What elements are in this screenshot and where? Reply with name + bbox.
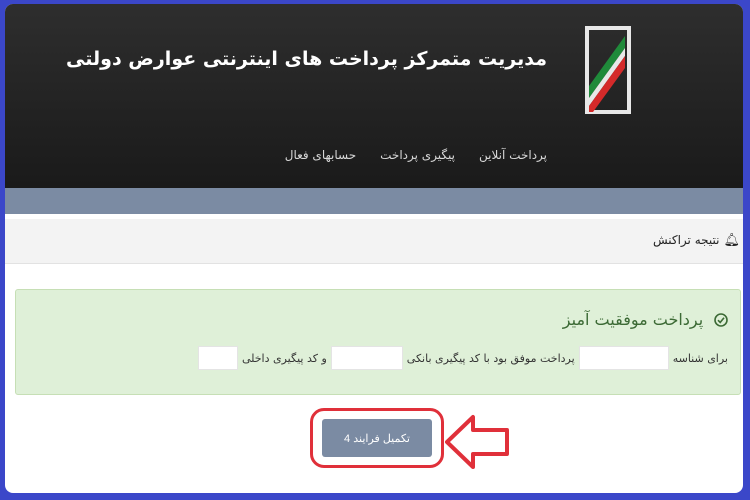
complete-process-button[interactable]: تکمیل فرایند 4 [322, 419, 432, 457]
internal-tracking-code-value [197, 346, 238, 370]
header: مدیریت متمرکز پرداخت های اینترنتی عوارض … [5, 4, 743, 188]
nav-payment-tracking[interactable]: پیگیری پرداخت [380, 148, 455, 162]
main-nav: پرداخت آنلاین پیگیری پرداخت حسابهای فعال [285, 148, 547, 162]
alert-heading: پرداخت موفقیت آمیز [563, 310, 728, 329]
logo-icon [585, 26, 631, 114]
check-circle-icon [709, 311, 728, 329]
alert-text-part3: و کد پیگیری داخلی [241, 351, 327, 365]
result-title-bar: 🔔︎نتیجه تراکنش [5, 219, 743, 264]
bell-icon: 🔔︎ [723, 233, 740, 248]
site-title: مدیریت متمرکز پرداخت های اینترنتی عوارض … [66, 48, 547, 70]
payment-id-value [578, 346, 669, 370]
alert-text-part1: برای شناسه [672, 351, 728, 365]
alert-heading-text: پرداخت موفقیت آمیز [562, 310, 704, 329]
result-title: 🔔︎نتیجه تراکنش [653, 233, 740, 248]
nav-online-payment[interactable]: پرداخت آنلاین [479, 148, 547, 162]
success-alert: پرداخت موفقیت آمیز برای شناسه پرداخت موف… [15, 289, 741, 395]
nav-active-accounts[interactable]: حسابهای فعال [285, 148, 356, 162]
divider-bar [5, 188, 743, 214]
button-highlight: تکمیل فرایند 4 [310, 408, 444, 468]
result-title-text: نتیجه تراکنش [652, 233, 720, 247]
alert-text-part2: پرداخت موفق بود با کد پیگیری بانکی [406, 351, 575, 365]
bank-tracking-code-value [330, 346, 403, 370]
alert-message: برای شناسه پرداخت موفق بود با کد پیگیری … [197, 346, 728, 370]
arrow-left-icon [445, 415, 509, 469]
page-frame: مدیریت متمرکز پرداخت های اینترنتی عوارض … [5, 4, 743, 493]
